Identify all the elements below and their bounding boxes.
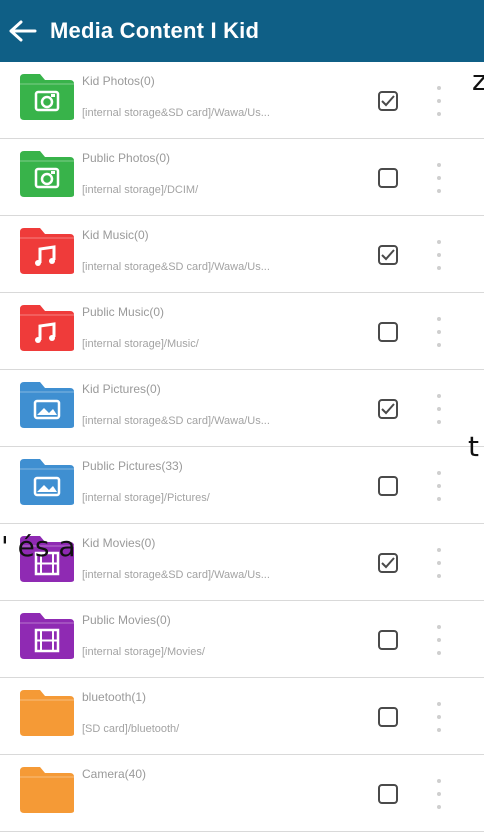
list-item[interactable]: Public Photos(0) [internal storage]/DCIM/ (0, 139, 484, 216)
list-item[interactable]: Public Movies(0) [internal storage]/Movie… (0, 601, 484, 678)
music-icon (18, 226, 76, 276)
movie-icon (18, 611, 76, 661)
folder-path: [internal storage]/DCIM/ (82, 184, 199, 196)
overlay-text-z: z (472, 64, 484, 97)
folder-path: [internal storage]/Music/ (82, 338, 199, 350)
more-options-icon[interactable] (432, 317, 446, 347)
folder-icon (18, 765, 76, 815)
music-icon (18, 303, 76, 353)
select-checkbox[interactable] (378, 245, 398, 265)
list-item[interactable]: Camera(40) (0, 755, 484, 832)
folder-name: Public Photos(0) (82, 151, 171, 165)
select-checkbox[interactable] (378, 168, 398, 188)
folder-icon (18, 688, 76, 738)
folder-path: [internal storage]/Pictures/ (82, 492, 210, 504)
list-item[interactable]: Kid Music(0) [internal storage&SD card]/W… (0, 216, 484, 293)
more-options-icon[interactable] (432, 86, 446, 116)
folder-path: [internal storage&SD card]/Wawa/Us... (82, 569, 270, 581)
picture-icon (18, 457, 76, 507)
more-options-icon[interactable] (432, 240, 446, 270)
more-options-icon[interactable] (432, 394, 446, 424)
back-arrow-icon[interactable] (6, 14, 40, 48)
page-title: Media Content I Kid (50, 18, 260, 43)
overlay-text-t: t (468, 430, 479, 463)
select-checkbox[interactable] (378, 707, 398, 727)
list-item[interactable]: Kid Pictures(0) [internal storage&SD card… (0, 370, 484, 447)
more-options-icon[interactable] (432, 471, 446, 501)
folder-name: Kid Photos(0) (82, 74, 155, 88)
folder-name: Public Pictures(33) (82, 459, 183, 473)
photo-icon (18, 72, 76, 122)
folder-name: Kid Music(0) (82, 228, 149, 242)
photo-icon (18, 149, 76, 199)
folder-name: Public Music(0) (82, 305, 165, 319)
picture-icon (18, 380, 76, 430)
select-checkbox[interactable] (378, 476, 398, 496)
list-item[interactable]: Public Pictures(33) [internal storage]/Pi… (0, 447, 484, 524)
media-folder-list: Kid Photos(0) [internal storage&SD card]/… (0, 62, 484, 832)
list-item[interactable]: Public Music(0) [internal storage]/Music/ (0, 293, 484, 370)
folder-path: [SD card]/bluetooth/ (82, 723, 180, 735)
select-checkbox[interactable] (378, 784, 398, 804)
folder-name: Camera(40) (82, 767, 147, 781)
folder-name: Public Movies(0) (82, 613, 171, 627)
folder-path: [internal storage&SD card]/Wawa/Us... (82, 107, 270, 119)
more-options-icon[interactable] (432, 163, 446, 193)
more-options-icon[interactable] (432, 779, 446, 809)
select-checkbox[interactable] (378, 553, 398, 573)
more-options-icon[interactable] (432, 625, 446, 655)
folder-path: [internal storage&SD card]/Wawa/Us... (82, 415, 270, 427)
list-item[interactable]: bluetooth(1) [SD card]/bluetooth/ (0, 678, 484, 755)
select-checkbox[interactable] (378, 91, 398, 111)
folder-name: bluetooth(1) (82, 690, 147, 704)
overlay-text-es-a: ' és a (1, 530, 76, 563)
folder-name: Kid Pictures(0) (82, 382, 161, 396)
select-checkbox[interactable] (378, 399, 398, 419)
select-checkbox[interactable] (378, 322, 398, 342)
select-checkbox[interactable] (378, 630, 398, 650)
more-options-icon[interactable] (432, 702, 446, 732)
folder-path: [internal storage&SD card]/Wawa/Us... (82, 261, 270, 273)
top-app-bar: Media Content I Kid (0, 0, 484, 62)
more-options-icon[interactable] (432, 548, 446, 578)
list-item[interactable]: Kid Photos(0) [internal storage&SD card]/… (0, 62, 484, 139)
folder-path: [internal storage]/Movies/ (82, 646, 205, 658)
folder-name: Kid Movies(0) (82, 536, 156, 550)
